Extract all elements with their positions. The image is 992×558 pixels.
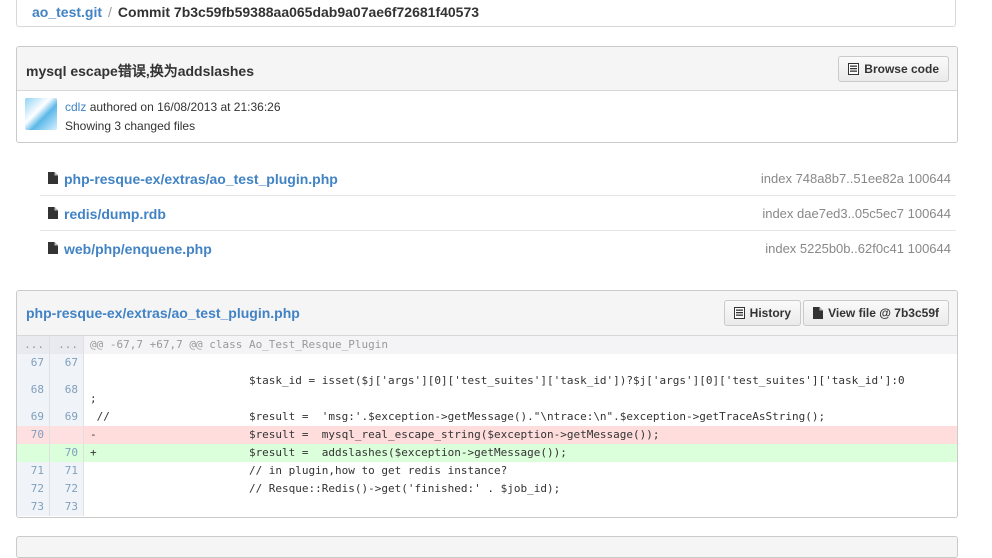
history-button[interactable]: History — [723, 300, 801, 326]
new-line-number[interactable]: 67 — [50, 354, 84, 372]
new-line-number[interactable] — [50, 426, 84, 444]
new-line-number[interactable]: ... — [50, 336, 84, 354]
new-line-number[interactable]: 71 — [50, 462, 84, 480]
author-line: cdlz authored on 16/08/2013 at 21:36:26 — [65, 100, 281, 114]
breadcrumb: ao_test.git / Commit 7b3c59fb59388aa065dab… — [32, 4, 479, 20]
old-line-number[interactable]: 72 — [17, 480, 50, 498]
old-line-number[interactable]: 70 — [17, 426, 50, 444]
diff-line: 68 68 $task_id = isset($j['args'][0]['tes… — [17, 372, 957, 408]
file-index: index dae7ed3..05c5ec7 100644 — [762, 206, 951, 221]
changed-files-list: php-resque-ex/extras/ao_test_plugin.php … — [40, 161, 956, 265]
code-file-icon — [848, 63, 860, 75]
diff-line-text: + $result = addslashes($exception->getMe… — [84, 444, 957, 462]
diff-line-deleted: 70 - $result = mysql_real_escape_string($… — [17, 426, 957, 444]
file-link[interactable]: redis/dump.rdb — [64, 206, 166, 222]
diff-line-text — [84, 498, 957, 516]
history-icon — [733, 307, 745, 319]
file-link[interactable]: web/php/enquene.php — [64, 241, 212, 257]
next-diff-panel — [16, 536, 958, 558]
commit-header: mysql escape错误,换为addslashes Browse code — [17, 47, 957, 91]
view-file-label: View file @ 7b3c59f — [828, 306, 939, 320]
diff-line: 71 71 // in plugin,how to get redis insta… — [17, 462, 957, 480]
file-index: index 748a8b7..51ee82a 100644 — [760, 171, 951, 186]
commit-panel: mysql escape错误,换为addslashes Browse code … — [16, 46, 958, 143]
view-file-button[interactable]: View file @ 7b3c59f — [803, 300, 949, 326]
diff-line-text: @@ -67,7 +67,7 @@ class Ao_Test_Resque_P… — [84, 336, 957, 354]
breadcrumb-current: Commit 7b3c59fb59388aa065dab9a07ae6f7268… — [117, 4, 480, 20]
diff-line: 69 69 // $result = 'msg:'.$exception->get… — [17, 408, 957, 426]
breadcrumb-separator: / — [108, 4, 112, 20]
diff-code: ...... @@ -67,7 +67,7 @@ class Ao_Test_Re… — [17, 336, 957, 516]
breadcrumb-bar: ao_test.git / Commit 7b3c59fb59388aa065dab… — [16, 0, 956, 27]
diff-line-text: // Resque::Redis()->get('finished:' . $j… — [90, 482, 561, 495]
new-line-number[interactable]: 69 — [50, 408, 84, 426]
old-line-number[interactable]: ... — [17, 336, 50, 354]
author-link[interactable]: cdlz — [65, 100, 86, 114]
file-icon — [48, 171, 58, 189]
diff-line: 67 67 — [17, 354, 957, 372]
file-link[interactable]: php-resque-ex/extras/ao_test_plugin.php — [64, 171, 338, 187]
new-line-number[interactable]: 70 — [50, 444, 84, 462]
file-row: redis/dump.rdb index dae7ed3..05c5ec7 10… — [40, 196, 956, 231]
file-icon — [48, 206, 58, 224]
file-row: php-resque-ex/extras/ao_test_plugin.php … — [40, 161, 956, 196]
old-line-number[interactable]: 73 — [17, 498, 50, 516]
authored-date: authored on 16/08/2013 at 21:36:26 — [89, 100, 281, 114]
diff-header: php-resque-ex/extras/ao_test_plugin.php … — [17, 291, 957, 336]
avatar[interactable] — [25, 98, 57, 130]
diff-line-text: // $result = 'msg:'.$exception->getMessa… — [90, 410, 826, 423]
diff-panel: php-resque-ex/extras/ao_test_plugin.php … — [16, 290, 958, 518]
old-line-number[interactable]: 71 — [17, 462, 50, 480]
diff-line-text — [84, 354, 957, 372]
browse-code-button[interactable]: Browse code — [838, 56, 949, 82]
file-icon — [813, 307, 824, 319]
old-line-number[interactable]: 69 — [17, 408, 50, 426]
diff-line-text: $task_id = isset($j['args'][0]['test_sui… — [90, 374, 905, 405]
history-label: History — [749, 306, 791, 320]
new-line-number[interactable]: 68 — [50, 372, 84, 408]
old-line-number[interactable]: 67 — [17, 354, 50, 372]
changed-files-summary: Showing 3 changed files — [65, 119, 196, 133]
file-row: web/php/enquene.php index 5225b0b..62f0c… — [40, 231, 956, 265]
file-icon — [48, 241, 58, 259]
new-line-number[interactable]: 72 — [50, 480, 84, 498]
repo-link[interactable]: ao_test.git — [32, 4, 102, 20]
old-line-number[interactable]: 68 — [17, 372, 50, 408]
file-index: index 5225b0b..62f0c41 100644 — [765, 241, 951, 256]
commit-title: mysql escape错误,换为addslashes — [26, 63, 254, 79]
diff-file-link[interactable]: php-resque-ex/extras/ao_test_plugin.php — [26, 305, 300, 321]
diff-line: 73 73 — [17, 498, 957, 516]
diff-hunk-header: ...... @@ -67,7 +67,7 @@ class Ao_Test_Re… — [17, 336, 957, 354]
diff-line-text: // in plugin,how to get redis instance? — [90, 464, 508, 477]
diff-line-added: 70 + $result = addslashes($exception->get… — [17, 444, 957, 462]
new-line-number[interactable]: 73 — [50, 498, 84, 516]
browse-code-label: Browse code — [864, 62, 939, 76]
old-line-number[interactable] — [17, 444, 50, 462]
diff-line: 72 72 // Resque::Redis()->get('finished:'… — [17, 480, 957, 498]
diff-line-text: - $result = mysql_real_escape_string($ex… — [84, 426, 957, 444]
